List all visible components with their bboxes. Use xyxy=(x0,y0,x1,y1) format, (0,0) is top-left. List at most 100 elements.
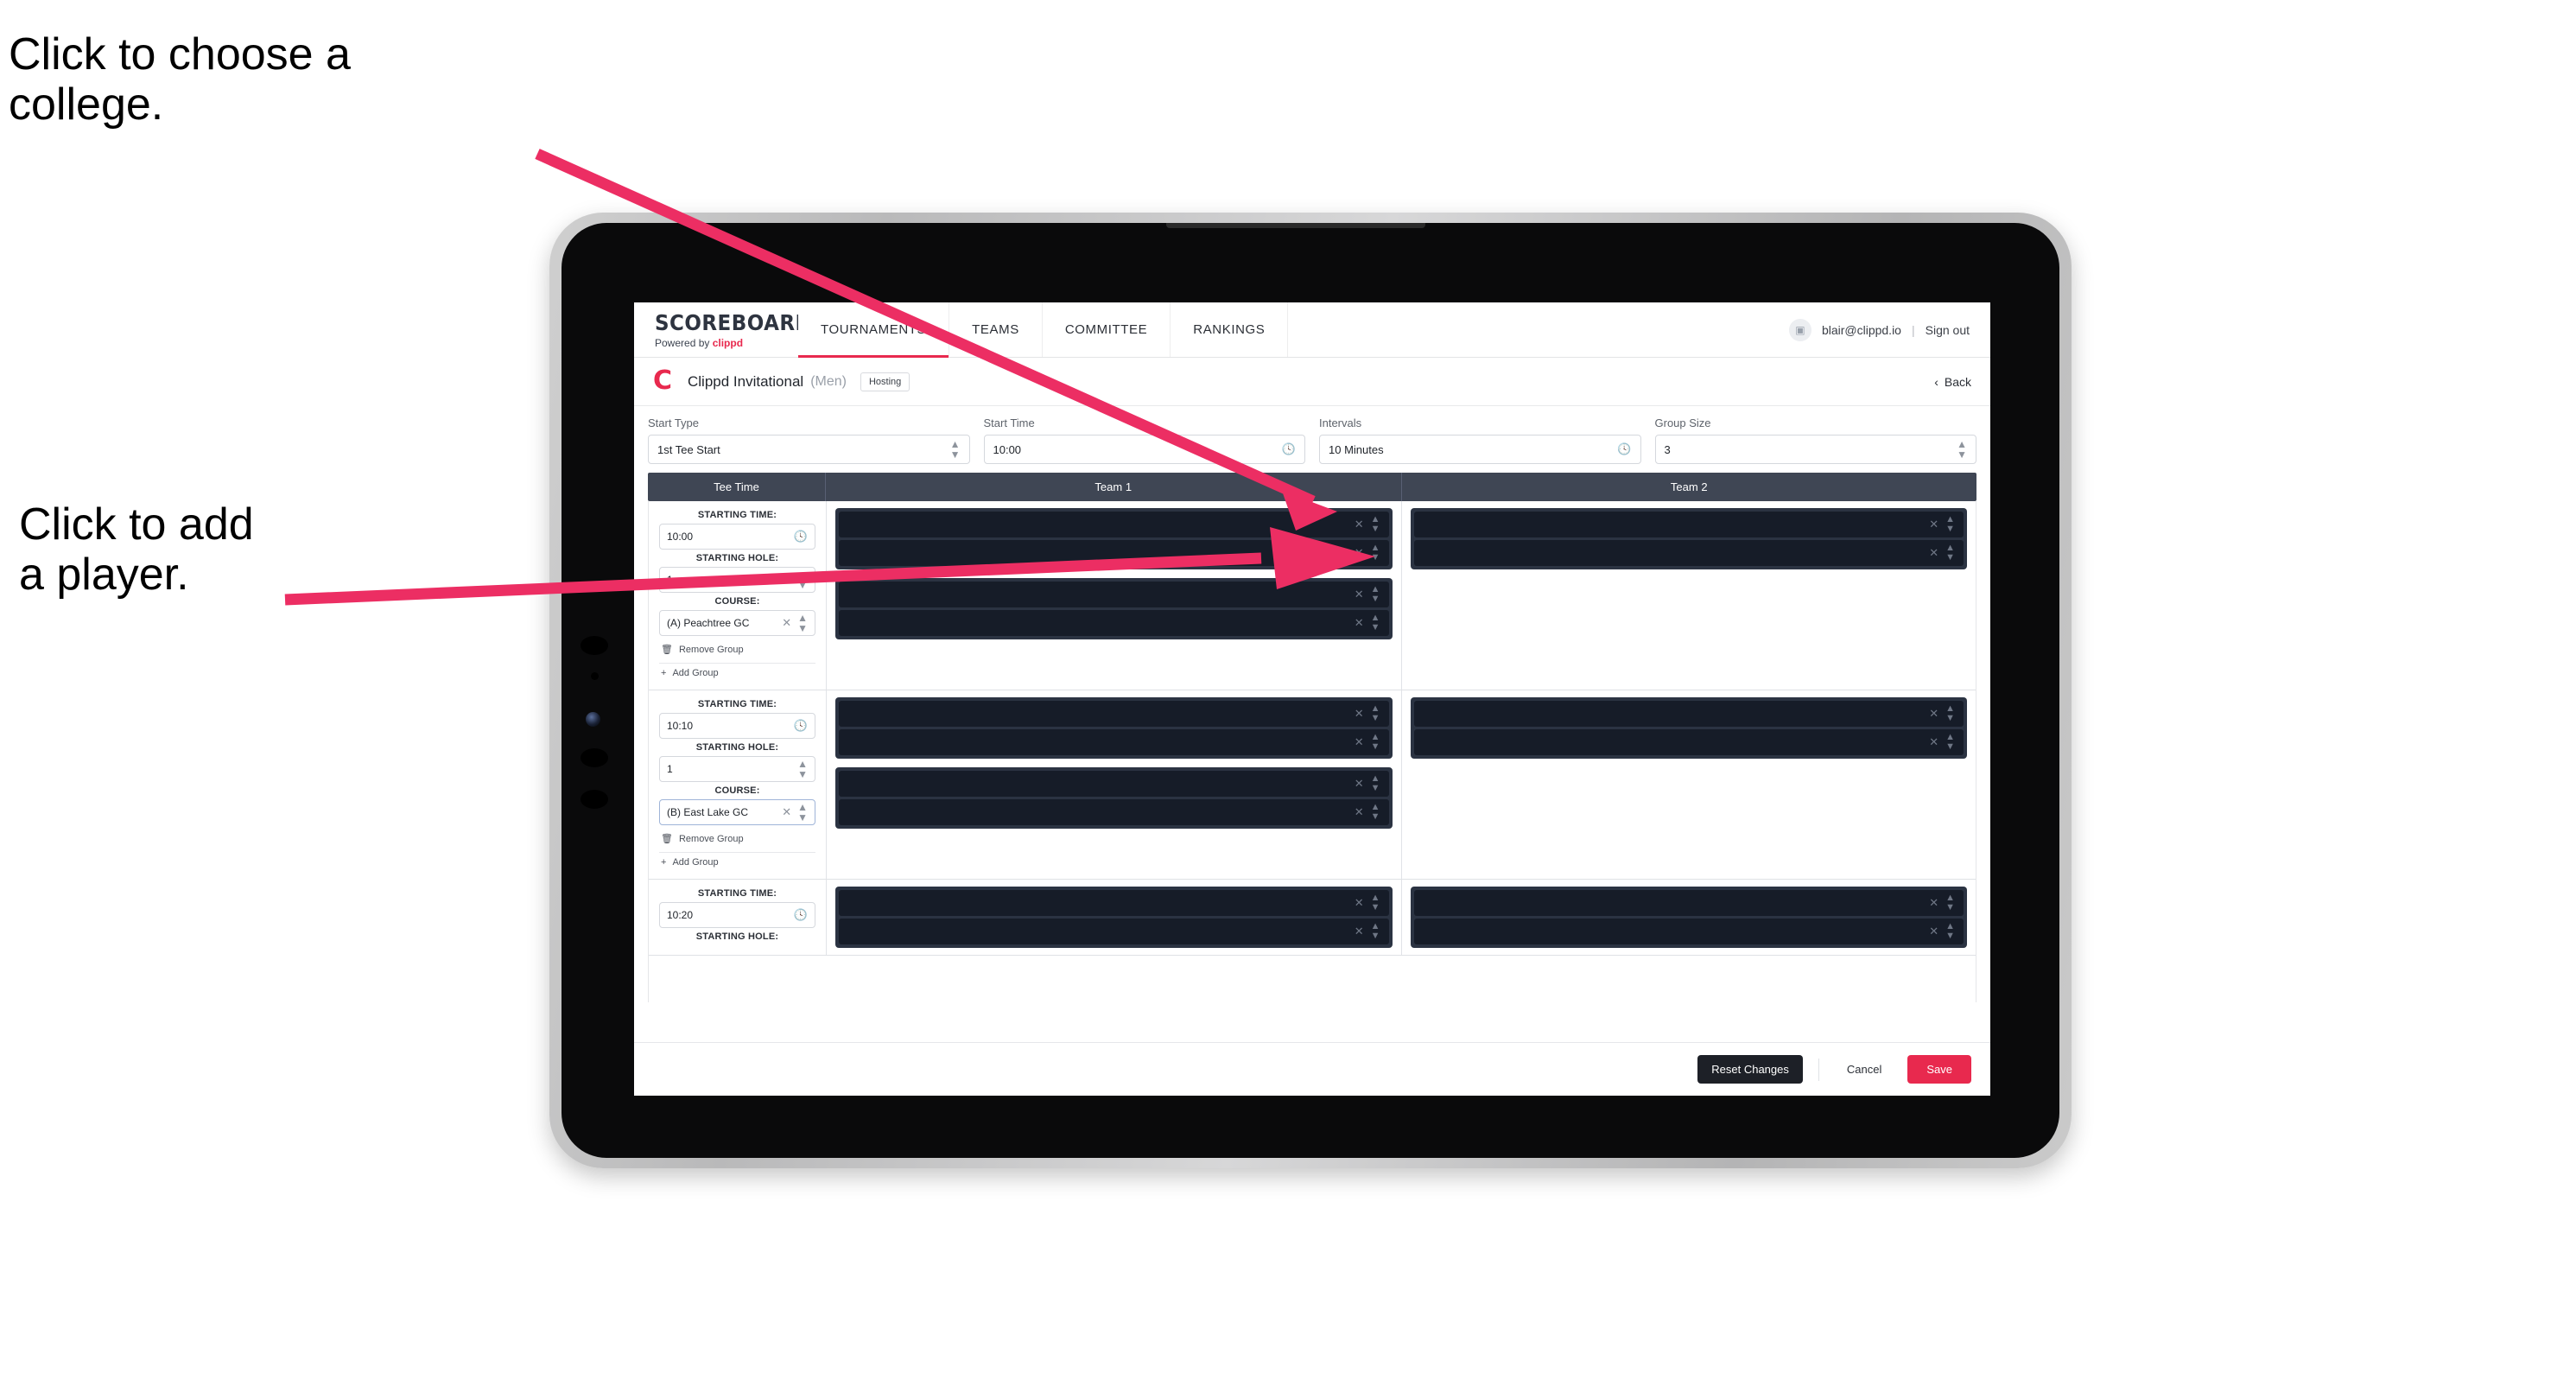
intervals-input[interactable]: 10 Minutes 🕓 xyxy=(1319,435,1641,464)
player-row[interactable]: ✕ ▲ ▼ xyxy=(839,610,1389,636)
close-x-icon[interactable]: ✕ xyxy=(1355,546,1364,560)
player-row[interactable]: ✕ ▲ ▼ xyxy=(1413,701,1964,727)
close-x-icon[interactable]: ✕ xyxy=(1355,588,1364,601)
close-x-icon[interactable]: ✕ xyxy=(1929,735,1938,749)
group-size-select[interactable]: 3 ▲ ▼ xyxy=(1654,435,1976,464)
close-x-icon[interactable]: ✕ xyxy=(782,616,791,630)
remove-group-button[interactable]: 🗑 Remove Group xyxy=(659,829,815,849)
stepper-icon: ▲ ▼ xyxy=(949,438,961,461)
player-row[interactable]: ✕ ▲ ▼ xyxy=(1413,890,1964,916)
stepper-icon[interactable]: ▲ ▼ xyxy=(1945,704,1955,723)
player-group[interactable]: ✕ ▲ ▼ ✕ ▲ ▼ xyxy=(835,697,1393,759)
avatar[interactable]: ▣ xyxy=(1788,318,1811,341)
stepper-icon[interactable]: ▲ ▼ xyxy=(1371,704,1380,723)
stepper-icon[interactable]: ▲ ▼ xyxy=(1371,544,1380,563)
player-row[interactable]: ✕ ▲ ▼ xyxy=(1413,729,1964,755)
stepper-icon[interactable]: ▲ ▼ xyxy=(1371,893,1380,912)
start-type-select[interactable]: 1st Tee Start ▲ ▼ xyxy=(648,435,970,464)
group-size-value: 3 xyxy=(1664,442,1671,456)
player-group[interactable]: ✕ ▲ ▼ ✕ ▲ ▼ xyxy=(835,508,1393,569)
player-group[interactable]: ✕ ▲ ▼ ✕ ▲ ▼ xyxy=(1410,697,1967,759)
course-select[interactable]: (B) East Lake GC ✕ ▲ ▼ xyxy=(659,799,815,825)
player-group[interactable]: ✕ ▲ ▼ ✕ ▲ ▼ xyxy=(835,578,1393,639)
stepper-icon[interactable]: ▲ ▼ xyxy=(1371,774,1380,793)
player-row[interactable]: ✕ ▲ ▼ xyxy=(839,771,1389,797)
close-x-icon[interactable]: ✕ xyxy=(1929,707,1938,721)
player-group[interactable]: ✕ ▲ ▼ ✕ ▲ ▼ xyxy=(1410,887,1967,948)
player-row[interactable]: ✕ ▲ ▼ xyxy=(839,919,1389,944)
clock-icon: 🕓 xyxy=(1281,442,1296,455)
player-group[interactable]: ✕ ▲ ▼ ✕ ▲ ▼ xyxy=(835,767,1393,829)
plus-icon: + xyxy=(661,668,667,678)
stepper-icon[interactable]: ▲ ▼ xyxy=(1945,733,1955,752)
nav-tab-teams[interactable]: TEAMS xyxy=(949,302,1043,357)
player-row[interactable]: ✕ ▲ ▼ xyxy=(839,890,1389,916)
stepper-icon: ▲ ▼ xyxy=(797,758,808,780)
close-x-icon[interactable]: ✕ xyxy=(1355,777,1364,791)
nav-tab-tournaments[interactable]: TOURNAMENTS xyxy=(798,302,950,358)
stepper-icon[interactable]: ▲ ▼ xyxy=(1371,733,1380,752)
starting-hole-input[interactable]: 1 ▲ ▼ xyxy=(659,756,815,782)
player-row[interactable]: ✕ ▲ ▼ xyxy=(1413,512,1964,537)
starting-time-input[interactable]: 10:20 🕓 xyxy=(659,902,815,928)
stepper-icon[interactable]: ▲ ▼ xyxy=(1945,515,1955,534)
table-row: STARTING TIME: 10:10 🕓 STARTING HOLE: 1 ▲ ▼ COU… xyxy=(649,690,1976,880)
sign-out-link[interactable]: Sign out xyxy=(1926,323,1970,337)
remove-group-button[interactable]: 🗑 Remove Group xyxy=(659,639,815,659)
course-select[interactable]: (A) Peachtree GC ✕ ▲ ▼ xyxy=(659,610,815,636)
close-x-icon[interactable]: ✕ xyxy=(1355,925,1364,938)
close-x-icon[interactable]: ✕ xyxy=(1929,546,1938,560)
nav-tabs: TOURNAMENTS TEAMS COMMITTEE RANKINGS xyxy=(798,302,1289,358)
player-row[interactable]: ✕ ▲ ▼ xyxy=(839,582,1389,607)
close-x-icon[interactable]: ✕ xyxy=(1929,518,1938,531)
close-x-icon[interactable]: ✕ xyxy=(1355,707,1364,721)
player-row[interactable]: ✕ ▲ ▼ xyxy=(1413,540,1964,566)
add-group-label: Add Group xyxy=(672,857,719,868)
start-type-value: 1st Tee Start xyxy=(657,442,720,456)
add-group-button[interactable]: + Add Group xyxy=(659,663,815,683)
brand-logo[interactable]: SCOREBOARD Powered by clippd xyxy=(634,302,812,357)
stepper-icon[interactable]: ▲ ▼ xyxy=(1945,893,1955,912)
stepper-icon[interactable]: ▲ ▼ xyxy=(1945,922,1955,941)
player-group[interactable]: ✕ ▲ ▼ ✕ ▲ ▼ xyxy=(1410,508,1967,569)
team-2-cell: ✕ ▲ ▼ ✕ ▲ ▼ xyxy=(1402,501,1976,690)
cancel-button[interactable]: Cancel xyxy=(1835,1055,1894,1084)
stepper-icon[interactable]: ▲ ▼ xyxy=(1371,803,1380,822)
stepper-icon[interactable]: ▲ ▼ xyxy=(1371,515,1380,534)
close-x-icon[interactable]: ✕ xyxy=(1355,805,1364,819)
starting-hole-input[interactable]: 1 ▲ ▼ xyxy=(659,567,815,593)
add-group-button[interactable]: + Add Group xyxy=(659,852,815,872)
stepper-icon[interactable]: ▲ ▼ xyxy=(1371,585,1380,604)
close-x-icon[interactable]: ✕ xyxy=(1929,925,1938,938)
player-row[interactable]: ✕ ▲ ▼ xyxy=(839,540,1389,566)
player-row[interactable]: ✕ ▲ ▼ xyxy=(839,701,1389,727)
player-group[interactable]: ✕ ▲ ▼ ✕ ▲ ▼ xyxy=(835,887,1393,948)
close-x-icon[interactable]: ✕ xyxy=(1355,518,1364,531)
close-x-icon[interactable]: ✕ xyxy=(1355,616,1364,630)
sensor-dot-icon xyxy=(581,790,608,809)
player-row[interactable]: ✕ ▲ ▼ xyxy=(839,729,1389,755)
stepper-icon[interactable]: ▲ ▼ xyxy=(1945,544,1955,563)
team-2-cell: ✕ ▲ ▼ ✕ ▲ ▼ xyxy=(1402,690,1976,879)
stepper-icon[interactable]: ▲ ▼ xyxy=(1371,922,1380,941)
close-x-icon[interactable]: ✕ xyxy=(1355,735,1364,749)
nav-tab-committee[interactable]: COMMITTEE xyxy=(1042,302,1171,357)
control-intervals: Intervals 10 Minutes 🕓 xyxy=(1319,416,1641,464)
start-time-input[interactable]: 10:00 🕓 xyxy=(983,435,1305,464)
close-x-icon[interactable]: ✕ xyxy=(1355,896,1364,910)
close-x-icon[interactable]: ✕ xyxy=(782,805,791,819)
starting-time-input[interactable]: 10:00 🕓 xyxy=(659,524,815,550)
starting-time-input[interactable]: 10:10 🕓 xyxy=(659,713,815,739)
nav-tab-rankings[interactable]: RANKINGS xyxy=(1171,302,1289,357)
save-button[interactable]: Save xyxy=(1907,1055,1971,1084)
player-row[interactable]: ✕ ▲ ▼ xyxy=(839,512,1389,537)
close-x-icon[interactable]: ✕ xyxy=(1929,896,1938,910)
player-row[interactable]: ✕ ▲ ▼ xyxy=(1413,919,1964,944)
starting-time-label: STARTING TIME: xyxy=(697,699,777,709)
table-body[interactable]: STARTING TIME: 10:00 🕓 STARTING HOLE: 1 ▲ ▼ COU… xyxy=(648,501,1976,1002)
status-badge: Hosting xyxy=(860,372,910,391)
player-row[interactable]: ✕ ▲ ▼ xyxy=(839,799,1389,825)
reset-changes-button[interactable]: Reset Changes xyxy=(1697,1055,1803,1084)
stepper-icon[interactable]: ▲ ▼ xyxy=(1371,614,1380,633)
back-button[interactable]: ‹ Back xyxy=(1934,375,1971,389)
